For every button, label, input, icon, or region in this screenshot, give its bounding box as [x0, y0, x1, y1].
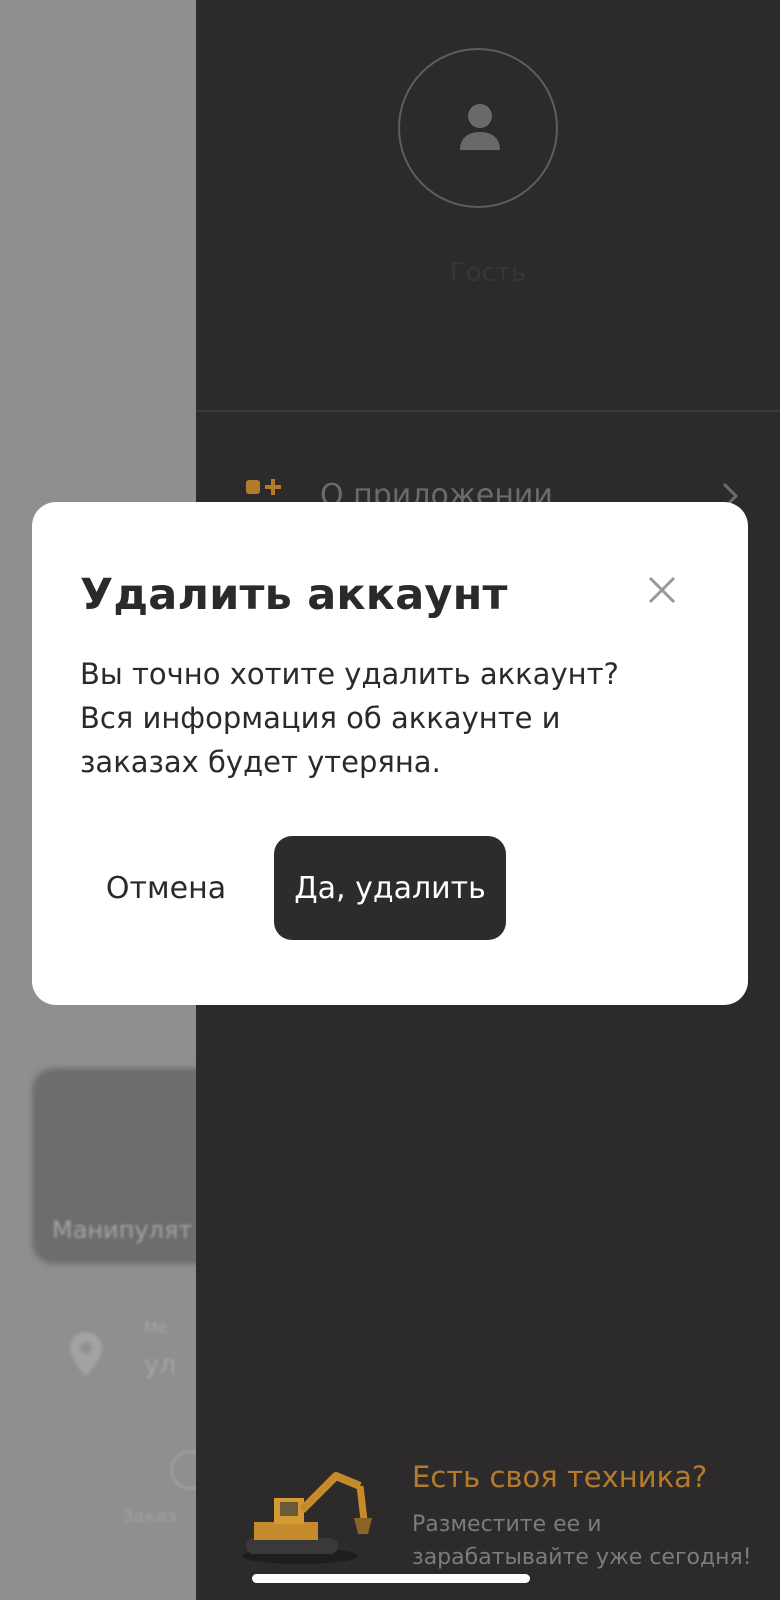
- close-icon[interactable]: [644, 572, 680, 608]
- dialog-title: Удалить аккаунт: [80, 570, 508, 620]
- promo-subtitle: Разместите ее и зарабатывайте уже сегодн…: [412, 1512, 752, 1570]
- home-indicator: [252, 1574, 530, 1583]
- cancel-button[interactable]: Отмена: [76, 836, 256, 940]
- promo-banner[interactable]: Есть своя техника? Разместите ее и зараб…: [196, 1440, 780, 1580]
- dialog-message: Вы точно хотите удалить аккаунт? Вся инф…: [80, 657, 619, 779]
- location-pin-icon: [70, 1332, 102, 1376]
- avatar[interactable]: [398, 48, 558, 208]
- confirm-delete-button[interactable]: Да, удалить: [274, 836, 506, 940]
- background-card-label: Манипулят: [52, 1216, 193, 1244]
- background-circle: [170, 1450, 196, 1490]
- background-location-value: ул: [144, 1350, 177, 1380]
- background-location-label: Ме: [144, 1318, 168, 1337]
- user-name: Гость: [449, 258, 527, 288]
- promo-title: Есть своя техника?: [412, 1460, 708, 1494]
- excavator-icon: [242, 1472, 372, 1564]
- background-order-label: Заказ: [122, 1506, 177, 1527]
- drawer-divider: [196, 410, 780, 412]
- delete-account-dialog: Удалить аккаунт Вы точно хотите удалить …: [32, 502, 748, 1005]
- user-icon: [460, 104, 500, 150]
